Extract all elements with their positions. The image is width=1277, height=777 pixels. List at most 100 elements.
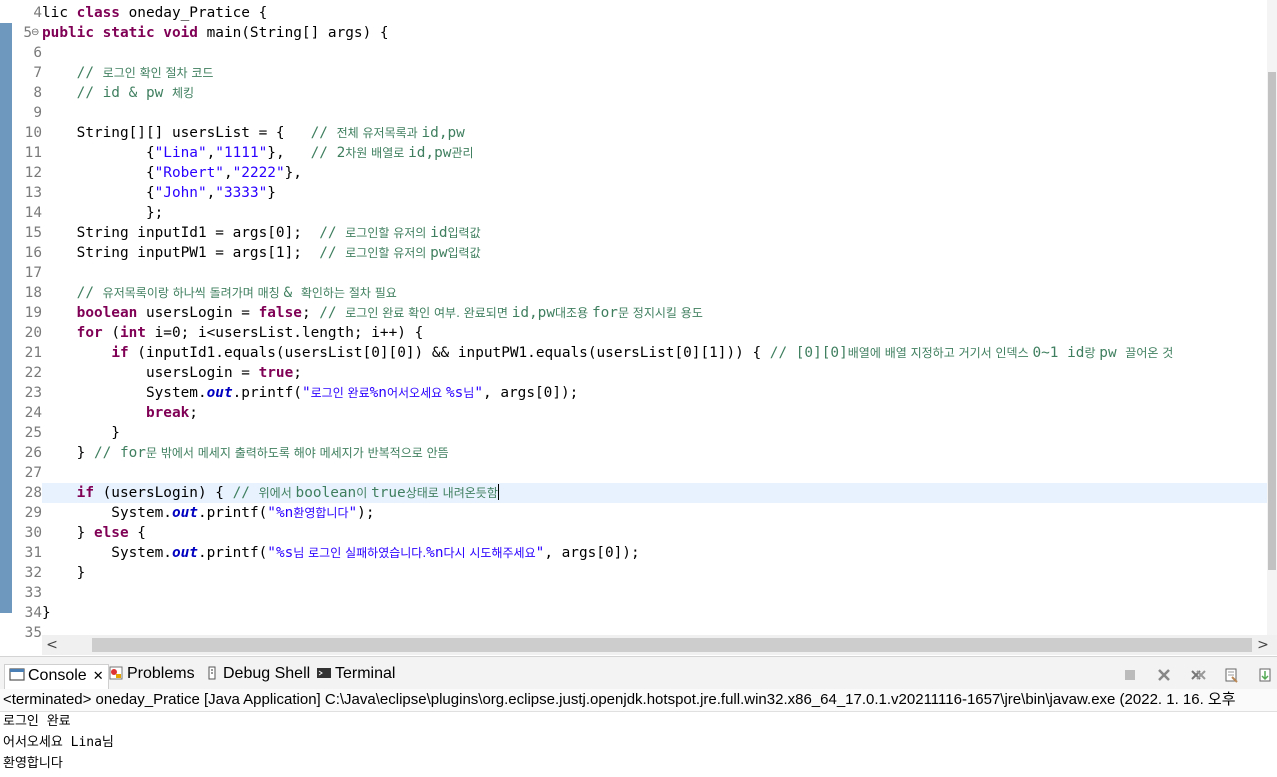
- code-line[interactable]: System.out.printf("로그인 완료%n어서오세요 %s님", a…: [42, 383, 578, 403]
- code-line[interactable]: };: [42, 203, 163, 223]
- code-line[interactable]: }: [42, 423, 120, 443]
- code-token: pw: [430, 245, 448, 261]
- code-line[interactable]: String inputId1 = args[0]; // 로그인할 유저의 i…: [42, 223, 481, 243]
- code-token: "%n: [267, 505, 294, 521]
- code-token: {: [42, 165, 155, 181]
- console-icon: [9, 668, 25, 681]
- code-token: // [0][0]: [769, 345, 848, 361]
- code-token: "Lina": [154, 145, 207, 161]
- code-line[interactable]: // 로그인 확인 절차 코드: [42, 63, 214, 83]
- code-token: },: [284, 165, 302, 181]
- close-icon[interactable]: ✕: [93, 668, 104, 683]
- code-token: ": [474, 385, 484, 401]
- code-token: ,: [223, 165, 233, 181]
- code-line[interactable]: break;: [42, 403, 198, 423]
- code-token: 문 밖에서 메세지 출력하도록 해야 메세지가 반복적으로 안뜸: [145, 446, 449, 460]
- code-line[interactable]: lic class oneday_Pratice {: [42, 3, 267, 23]
- line-number: 6: [33, 45, 42, 61]
- line-number: 27: [24, 465, 42, 481]
- code-line[interactable]: } else {: [42, 523, 146, 543]
- clear-console-icon[interactable]: [1223, 667, 1239, 683]
- line-number: 8: [33, 85, 42, 101]
- code-line[interactable]: boolean usersLogin = false; // 로그인 완료 확인…: [42, 303, 703, 323]
- code-line[interactable]: // 유저목록이랑 하나씩 돌려가며 매칭 & 확인하는 절차 필요: [42, 283, 397, 303]
- line-number: 16: [24, 245, 42, 261]
- code-token: public static void: [42, 25, 198, 41]
- tab-terminal[interactable]: Terminal: [316, 663, 395, 685]
- code-token: }: [42, 445, 94, 461]
- code-token: }: [42, 425, 120, 441]
- code-token: ,: [206, 145, 216, 161]
- vertical-scroll-thumb[interactable]: [1268, 72, 1276, 570]
- line-number: 25: [24, 425, 42, 441]
- line-number: 15: [24, 225, 42, 241]
- horizontal-scroll-thumb[interactable]: [92, 638, 1252, 652]
- line-number: 23: [24, 385, 42, 401]
- code-token: 이: [356, 486, 372, 500]
- code-area[interactable]: lic class oneday_Pratice {public static …: [42, 0, 1267, 636]
- line-number: 28: [24, 485, 42, 501]
- code-token: 끌어온 것: [1125, 346, 1174, 360]
- code-token: "Robert": [154, 165, 224, 181]
- scroll-lock-icon[interactable]: [1257, 667, 1273, 683]
- line-number: 34: [24, 605, 42, 621]
- code-line[interactable]: public static void main(String[] args) {: [42, 23, 389, 43]
- code-line[interactable]: }: [42, 603, 51, 623]
- code-token: 유저목록이랑 하나씩 돌려가며 매칭: [102, 286, 284, 300]
- code-line-current[interactable]: if (usersLogin) { // 위에서 boolean이 true상태…: [42, 483, 1267, 503]
- code-token: 상태로 내려온듯함: [405, 486, 498, 500]
- line-number: 10: [24, 125, 42, 141]
- code-token: boolean: [76, 305, 138, 321]
- code-token: break: [145, 405, 190, 421]
- code-line[interactable]: } // for문 밖에서 메세지 출력하도록 해야 메세지가 반복적으로 안뜸: [42, 443, 449, 463]
- code-token: out: [171, 505, 198, 521]
- fold-collapse-icon[interactable]: ⊖: [31, 23, 39, 43]
- code-line[interactable]: {"Robert","2222"},: [42, 163, 302, 183]
- code-token: else: [93, 525, 129, 541]
- code-token: // 2: [310, 145, 346, 161]
- code-token: i=0; i<usersList.length; i++) {: [145, 325, 424, 341]
- scroll-left-arrow-icon[interactable]: <: [42, 635, 62, 655]
- code-line[interactable]: for (int i=0; i<usersList.length; i++) {: [42, 323, 424, 343]
- code-token: id,pw: [408, 145, 452, 161]
- line-number: 14: [24, 205, 42, 221]
- code-token: 로그인 완료: [310, 386, 370, 400]
- code-line[interactable]: {"Lina","1111"}, // 2차원 배열로 id,pw관리: [42, 143, 474, 163]
- code-line[interactable]: usersLogin = true;: [42, 363, 302, 383]
- tab-console[interactable]: Console ✕: [4, 664, 109, 689]
- code-line[interactable]: System.out.printf("%s님 로그인 실패하였습니다.%n다시 …: [42, 543, 639, 563]
- code-token: out: [206, 385, 233, 401]
- code-token: }: [42, 605, 51, 621]
- code-editor[interactable]: 4 5 ⊖ 6 7 8 9 10 11 12 13 14 15 16 17 18 19 20 21 22 23 24 25 2…: [0, 0, 1277, 656]
- code-token: id: [430, 225, 448, 241]
- code-line[interactable]: if (inputId1.equals(usersList[0][0]) && …: [42, 343, 1173, 363]
- code-token: "%s: [267, 545, 294, 561]
- code-token: 로그인할 유저의: [345, 226, 431, 240]
- code-token: System.: [42, 385, 207, 401]
- code-line[interactable]: {"John","3333"}: [42, 183, 276, 203]
- code-token: String inputPW1 = args[1];: [42, 245, 320, 261]
- code-line[interactable]: String inputPW1 = args[1]; // 로그인할 유저의 p…: [42, 243, 481, 263]
- vertical-scrollbar[interactable]: [1267, 0, 1277, 635]
- code-token: ;: [189, 405, 198, 421]
- code-token: %n: [426, 545, 444, 561]
- scroll-right-arrow-icon[interactable]: >: [1253, 635, 1273, 655]
- horizontal-scrollbar[interactable]: < >: [42, 635, 1277, 655]
- tab-problems[interactable]: Problems: [108, 663, 195, 685]
- code-line[interactable]: // id & pw 체킹: [42, 83, 194, 103]
- remove-launch-icon[interactable]: [1156, 667, 1172, 683]
- tab-debug-shell[interactable]: Debug Shell: [204, 663, 310, 685]
- code-line[interactable]: }: [42, 563, 86, 583]
- code-line[interactable]: System.out.printf("%n환영합니다");: [42, 503, 374, 523]
- code-token: true: [371, 485, 406, 501]
- console-tab-bar: Console ✕ Problems Debug Shell Terminal: [0, 657, 1277, 690]
- terminal-icon: [317, 668, 331, 678]
- remove-all-terminated-icon[interactable]: [1190, 667, 1206, 683]
- stop-icon[interactable]: [1122, 667, 1138, 683]
- line-number: 17: [24, 265, 42, 281]
- code-token: usersLogin =: [42, 365, 259, 381]
- code-line[interactable]: String[][] usersList = { // 전체 유저목록과 id,…: [42, 123, 465, 143]
